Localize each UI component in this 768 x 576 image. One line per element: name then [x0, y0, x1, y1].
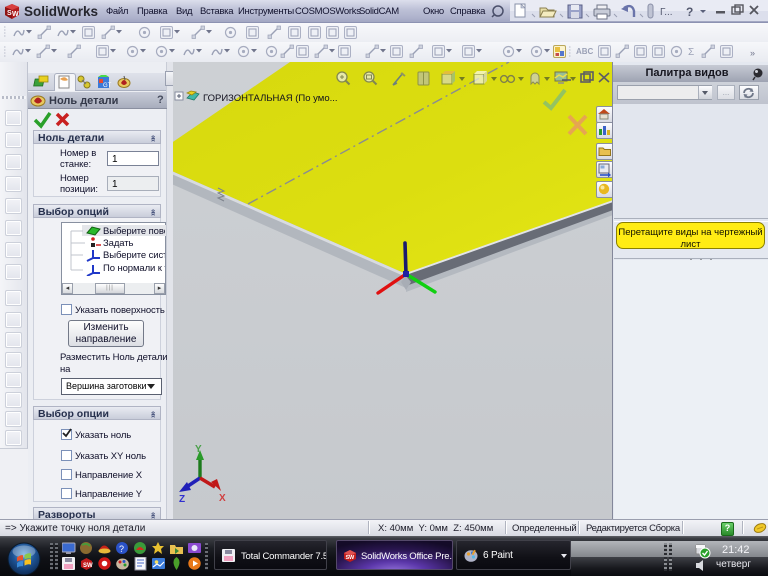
svg-text:ГОРИЗОНТАЛЬНАЯ (По умо...: ГОРИЗОНТАЛЬНАЯ (По умо...	[203, 93, 338, 104]
svg-text:»: »	[750, 48, 755, 58]
svg-text:?: ?	[686, 5, 693, 19]
svg-text:?: ?	[119, 544, 124, 554]
svg-text:ABC: ABC	[576, 47, 594, 56]
svg-text:W: W	[12, 11, 19, 18]
svg-text:Г...: Г...	[660, 7, 673, 18]
svg-text:SW: SW	[83, 563, 93, 569]
svg-text:Z: Z	[179, 494, 185, 505]
svg-text:X: X	[219, 493, 226, 504]
svg-text:Σ: Σ	[688, 47, 694, 58]
svg-text:SW: SW	[346, 555, 355, 561]
svg-text:Y: Y	[195, 444, 202, 455]
